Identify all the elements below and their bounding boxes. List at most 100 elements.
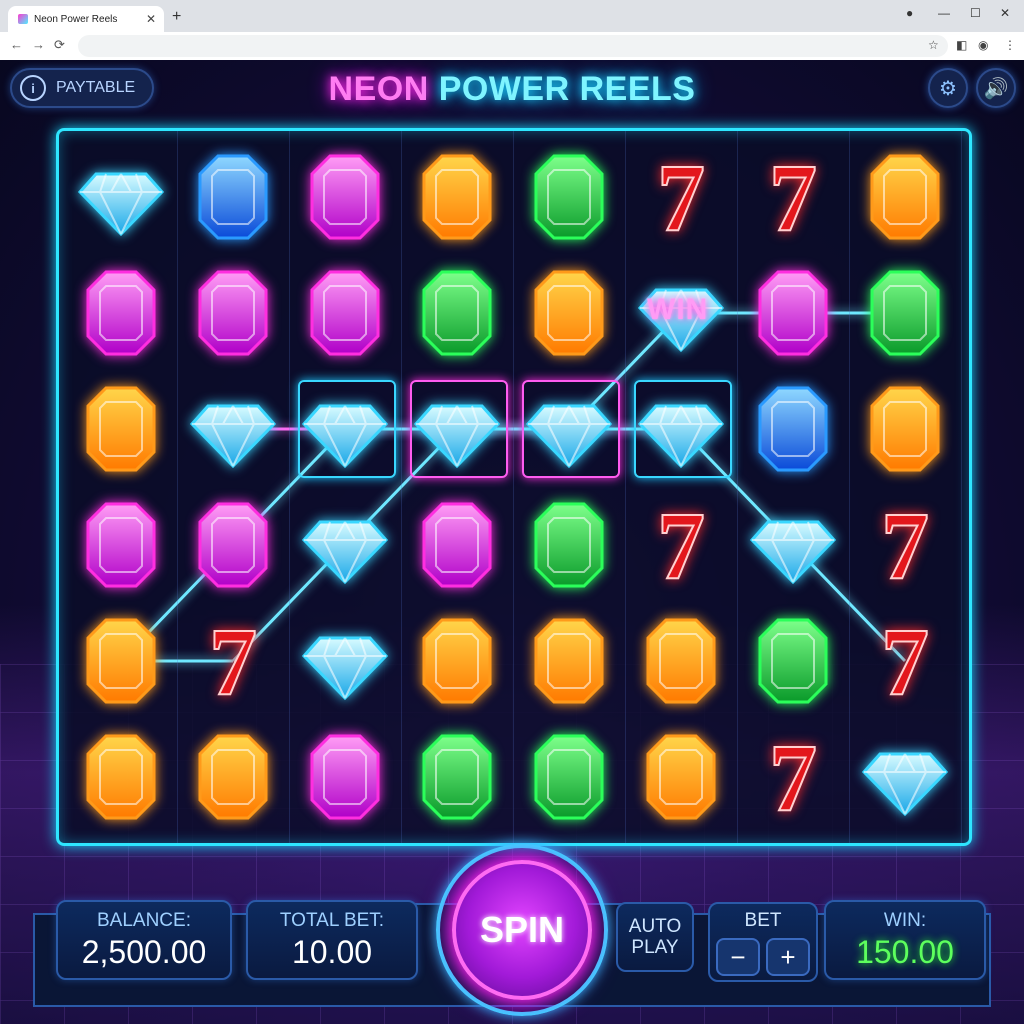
- browser-toolbar: ← → ⟳ ☆ ◧ ◉ ⋮: [0, 32, 1024, 60]
- svg-text:7: 7: [657, 492, 705, 599]
- amethyst-symbol: [177, 255, 289, 371]
- profile-dropdown-icon[interactable]: ●: [906, 6, 913, 20]
- bet-increase-button[interactable]: +: [766, 938, 810, 976]
- autoplay-button[interactable]: AUTO PLAY: [616, 902, 694, 972]
- minimize-icon[interactable]: —: [938, 6, 950, 20]
- topaz-symbol: [513, 255, 625, 371]
- tab-title: Neon Power Reels: [34, 13, 118, 25]
- game-title: NEON POWER REELS: [0, 70, 1024, 109]
- side-panel-icon[interactable]: ◧: [956, 38, 967, 52]
- svg-text:7: 7: [769, 724, 817, 831]
- spin-button[interactable]: SPIN: [452, 860, 592, 1000]
- topaz-symbol: [625, 719, 737, 835]
- balance-panel: BALANCE: 2,500.00: [56, 900, 232, 980]
- diamond-symbol: [289, 487, 401, 603]
- balance-value: 2,500.00: [81, 934, 207, 970]
- svg-text:7: 7: [657, 144, 705, 251]
- bet-label: BET: [744, 910, 782, 931]
- back-button[interactable]: ←: [10, 37, 23, 52]
- total-bet-label: TOTAL BET:: [279, 910, 385, 931]
- tab-close-icon[interactable]: ✕: [146, 12, 156, 26]
- sound-button[interactable]: 🔊: [976, 68, 1016, 108]
- control-console: BALANCE: 2,500.00 TOTAL BET: 10.00 SPIN …: [26, 844, 998, 1016]
- svg-text:7: 7: [881, 492, 929, 599]
- diamond-symbol: [737, 487, 849, 603]
- bookmark-star-icon[interactable]: ☆: [928, 38, 939, 52]
- topaz-symbol: [849, 371, 961, 487]
- emerald-symbol: [513, 139, 625, 255]
- browser-chrome: Neon Power Reels ✕ + ● — ☐ ✕ ← → ⟳ ☆ ◧ ◉…: [0, 0, 1024, 61]
- win-panel: WIN: 150.00: [824, 900, 986, 980]
- seven-symbol: 7: [849, 487, 961, 603]
- seven-symbol: 7: [625, 139, 737, 255]
- game-title-neon: NEON: [328, 70, 429, 108]
- emerald-symbol: [513, 487, 625, 603]
- new-tab-button[interactable]: +: [172, 8, 181, 26]
- topaz-symbol: [849, 139, 961, 255]
- seven-symbol: 7: [737, 719, 849, 835]
- amethyst-symbol: [289, 719, 401, 835]
- win-badge: WIN: [647, 293, 709, 326]
- favicon-icon: [18, 14, 28, 24]
- seven-symbol: 7: [625, 487, 737, 603]
- topaz-symbol: [625, 603, 737, 719]
- profile-avatar-icon[interactable]: ◉: [978, 38, 988, 52]
- amethyst-symbol: [401, 487, 513, 603]
- window-close-icon[interactable]: ✕: [1000, 6, 1010, 20]
- win-value: 150.00: [856, 934, 954, 970]
- emerald-symbol: [401, 719, 513, 835]
- maximize-icon[interactable]: ☐: [970, 6, 981, 20]
- address-bar[interactable]: [78, 35, 948, 57]
- total-bet-value: 10.00: [291, 934, 373, 970]
- tab-strip: Neon Power Reels ✕ + ● — ☐ ✕: [0, 0, 1024, 32]
- forward-button[interactable]: →: [32, 37, 45, 52]
- autoplay-line1: AUTO: [628, 916, 682, 937]
- win-label: WIN:: [883, 910, 927, 931]
- reload-button[interactable]: ⟳: [54, 37, 65, 53]
- amethyst-symbol: [65, 487, 177, 603]
- amethyst-symbol: [737, 255, 849, 371]
- diamond-symbol: [401, 371, 513, 487]
- bet-decrease-button[interactable]: −: [716, 938, 760, 976]
- settings-button[interactable]: ⚙: [928, 68, 968, 108]
- topaz-symbol: [401, 603, 513, 719]
- balance-label: BALANCE:: [97, 910, 191, 931]
- gear-icon: ⚙: [939, 77, 957, 100]
- topaz-symbol: [65, 603, 177, 719]
- diamond-symbol: [289, 603, 401, 719]
- emerald-symbol: [737, 603, 849, 719]
- svg-text:7: 7: [881, 608, 929, 715]
- total-bet-panel: TOTAL BET: 10.00: [246, 900, 418, 980]
- topaz-symbol: [65, 719, 177, 835]
- game-viewport: i PAYTABLE NEON POWER REELS ⚙ 🔊 7777777W…: [0, 60, 1024, 1024]
- emerald-symbol: [401, 255, 513, 371]
- amethyst-symbol: [289, 255, 401, 371]
- browser-menu-icon[interactable]: ⋮: [1004, 38, 1016, 52]
- diamond-symbol: [65, 139, 177, 255]
- sapphire-symbol: [177, 139, 289, 255]
- diamond-symbol: [177, 371, 289, 487]
- autoplay-line2: PLAY: [631, 937, 679, 958]
- topaz-symbol: [65, 371, 177, 487]
- speaker-icon: 🔊: [983, 77, 1009, 100]
- diamond-symbol: [849, 719, 961, 835]
- amethyst-symbol: [289, 139, 401, 255]
- spin-label: SPIN: [479, 909, 565, 950]
- topaz-symbol: [513, 603, 625, 719]
- emerald-symbol: [513, 719, 625, 835]
- game-title-rest: POWER REELS: [438, 70, 696, 108]
- seven-symbol: 7: [737, 139, 849, 255]
- emerald-symbol: [849, 255, 961, 371]
- bet-panel: BET − +: [708, 902, 818, 982]
- amethyst-symbol: [65, 255, 177, 371]
- svg-text:7: 7: [209, 608, 257, 715]
- browser-tab[interactable]: Neon Power Reels ✕: [8, 6, 164, 32]
- seven-symbol: 7: [849, 603, 961, 719]
- topaz-symbol: [177, 719, 289, 835]
- reel-grid[interactable]: 7 7 7 7 7 7 7 WIN: [56, 128, 972, 846]
- svg-text:7: 7: [769, 144, 817, 251]
- topaz-symbol: [401, 139, 513, 255]
- diamond-symbol: [289, 371, 401, 487]
- diamond-symbol: [625, 371, 737, 487]
- sapphire-symbol: [737, 371, 849, 487]
